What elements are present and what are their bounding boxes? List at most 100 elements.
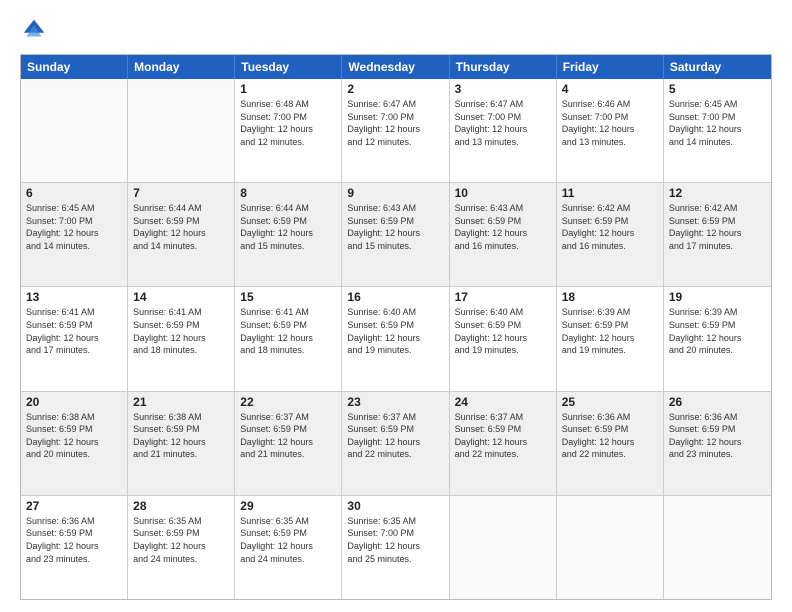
header [20,16,772,44]
calendar-week-3: 13 Sunrise: 6:41 AM Sunset: 6:59 PM Dayli… [21,286,771,390]
day-number: 17 [455,290,551,304]
day-info: Sunrise: 6:36 AM Sunset: 6:59 PM Dayligh… [669,411,766,461]
calendar-week-1: 1Sunrise: 6:48 AM Sunset: 7:00 PM Daylig… [21,79,771,182]
header-cell-tuesday: Tuesday [235,55,342,79]
day-info: Sunrise: 6:43 AM Sunset: 6:59 PM Dayligh… [455,202,551,252]
day-number: 7 [133,186,229,200]
header-cell-sunday: Sunday [21,55,128,79]
day-number: 4 [562,82,658,96]
calendar-cell: 25Sunrise: 6:36 AM Sunset: 6:59 PM Dayli… [557,392,664,495]
day-info: Sunrise: 6:35 AM Sunset: 6:59 PM Dayligh… [133,515,229,565]
day-info: Sunrise: 6:40 AM Sunset: 6:59 PM Dayligh… [347,306,443,356]
calendar-cell: 16 Sunrise: 6:40 AM Sunset: 6:59 PM Dayli… [342,287,449,390]
calendar-header: SundayMondayTuesdayWednesdayThursdayFrid… [21,55,771,79]
calendar-cell: 7 Sunrise: 6:44 AM Sunset: 6:59 PM Daylig… [128,183,235,286]
day-info: Sunrise: 6:43 AM Sunset: 6:59 PM Dayligh… [347,202,443,252]
calendar-cell: 20 Sunrise: 6:38 AM Sunset: 6:59 PM Dayli… [21,392,128,495]
calendar-cell: 27 Sunrise: 6:36 AM Sunset: 6:59 PM Dayli… [21,496,128,599]
calendar-cell: 4 Sunrise: 6:46 AM Sunset: 7:00 PM Daylig… [557,79,664,182]
day-info: Sunrise: 6:37 AM Sunset: 6:59 PM Dayligh… [455,411,551,461]
calendar-cell [450,496,557,599]
day-number: 21 [133,395,229,409]
day-number: 5 [669,82,766,96]
calendar-cell: 11Sunrise: 6:42 AM Sunset: 6:59 PM Dayli… [557,183,664,286]
day-number: 13 [26,290,122,304]
day-number: 29 [240,499,336,513]
calendar-cell: 13 Sunrise: 6:41 AM Sunset: 6:59 PM Dayli… [21,287,128,390]
day-number: 15 [240,290,336,304]
day-number: 10 [455,186,551,200]
day-number: 3 [455,82,551,96]
calendar-cell: 1Sunrise: 6:48 AM Sunset: 7:00 PM Daylig… [235,79,342,182]
day-info: Sunrise: 6:44 AM Sunset: 6:59 PM Dayligh… [240,202,336,252]
day-info: Sunrise: 6:35 AM Sunset: 7:00 PM Dayligh… [347,515,443,565]
day-number: 28 [133,499,229,513]
calendar-cell [128,79,235,182]
header-cell-wednesday: Wednesday [342,55,449,79]
day-number: 9 [347,186,443,200]
day-info: Sunrise: 6:36 AM Sunset: 6:59 PM Dayligh… [562,411,658,461]
calendar-cell: 17 Sunrise: 6:40 AM Sunset: 6:59 PM Dayli… [450,287,557,390]
day-info: Sunrise: 6:47 AM Sunset: 7:00 PM Dayligh… [347,98,443,148]
day-number: 14 [133,290,229,304]
calendar: SundayMondayTuesdayWednesdayThursdayFrid… [20,54,772,600]
calendar-cell [664,496,771,599]
calendar-cell: 21 Sunrise: 6:38 AM Sunset: 6:59 PM Dayli… [128,392,235,495]
day-number: 22 [240,395,336,409]
calendar-cell: 26Sunrise: 6:36 AM Sunset: 6:59 PM Dayli… [664,392,771,495]
calendar-cell: 10 Sunrise: 6:43 AM Sunset: 6:59 PM Dayli… [450,183,557,286]
day-info: Sunrise: 6:38 AM Sunset: 6:59 PM Dayligh… [133,411,229,461]
calendar-cell: 15 Sunrise: 6:41 AM Sunset: 6:59 PM Dayli… [235,287,342,390]
calendar-cell: 22Sunrise: 6:37 AM Sunset: 6:59 PM Dayli… [235,392,342,495]
calendar-cell: 28 Sunrise: 6:35 AM Sunset: 6:59 PM Dayli… [128,496,235,599]
day-info: Sunrise: 6:39 AM Sunset: 6:59 PM Dayligh… [669,306,766,356]
header-cell-friday: Friday [557,55,664,79]
day-number: 20 [26,395,122,409]
day-info: Sunrise: 6:47 AM Sunset: 7:00 PM Dayligh… [455,98,551,148]
day-info: Sunrise: 6:35 AM Sunset: 6:59 PM Dayligh… [240,515,336,565]
day-number: 23 [347,395,443,409]
day-number: 16 [347,290,443,304]
day-info: Sunrise: 6:37 AM Sunset: 6:59 PM Dayligh… [347,411,443,461]
calendar-cell: 14 Sunrise: 6:41 AM Sunset: 6:59 PM Dayli… [128,287,235,390]
day-number: 8 [240,186,336,200]
calendar-cell: 12Sunrise: 6:42 AM Sunset: 6:59 PM Dayli… [664,183,771,286]
day-number: 11 [562,186,658,200]
day-info: Sunrise: 6:41 AM Sunset: 6:59 PM Dayligh… [240,306,336,356]
header-cell-saturday: Saturday [664,55,771,79]
calendar-week-4: 20 Sunrise: 6:38 AM Sunset: 6:59 PM Dayli… [21,391,771,495]
day-info: Sunrise: 6:38 AM Sunset: 6:59 PM Dayligh… [26,411,122,461]
day-info: Sunrise: 6:48 AM Sunset: 7:00 PM Dayligh… [240,98,336,148]
calendar-cell: 29 Sunrise: 6:35 AM Sunset: 6:59 PM Dayli… [235,496,342,599]
day-number: 19 [669,290,766,304]
calendar-cell [21,79,128,182]
calendar-cell: 9 Sunrise: 6:43 AM Sunset: 6:59 PM Daylig… [342,183,449,286]
day-info: Sunrise: 6:41 AM Sunset: 6:59 PM Dayligh… [133,306,229,356]
day-info: Sunrise: 6:44 AM Sunset: 6:59 PM Dayligh… [133,202,229,252]
day-number: 27 [26,499,122,513]
day-number: 12 [669,186,766,200]
day-number: 2 [347,82,443,96]
day-info: Sunrise: 6:41 AM Sunset: 6:59 PM Dayligh… [26,306,122,356]
day-number: 6 [26,186,122,200]
day-info: Sunrise: 6:45 AM Sunset: 7:00 PM Dayligh… [26,202,122,252]
page: SundayMondayTuesdayWednesdayThursdayFrid… [0,0,792,612]
logo [20,16,52,44]
calendar-cell: 2 Sunrise: 6:47 AM Sunset: 7:00 PM Daylig… [342,79,449,182]
day-info: Sunrise: 6:40 AM Sunset: 6:59 PM Dayligh… [455,306,551,356]
day-info: Sunrise: 6:46 AM Sunset: 7:00 PM Dayligh… [562,98,658,148]
calendar-cell: 30 Sunrise: 6:35 AM Sunset: 7:00 PM Dayli… [342,496,449,599]
header-cell-thursday: Thursday [450,55,557,79]
calendar-cell: 18Sunrise: 6:39 AM Sunset: 6:59 PM Dayli… [557,287,664,390]
calendar-cell: 3 Sunrise: 6:47 AM Sunset: 7:00 PM Daylig… [450,79,557,182]
day-number: 30 [347,499,443,513]
calendar-cell: 6 Sunrise: 6:45 AM Sunset: 7:00 PM Daylig… [21,183,128,286]
day-number: 24 [455,395,551,409]
calendar-week-5: 27 Sunrise: 6:36 AM Sunset: 6:59 PM Dayli… [21,495,771,599]
day-info: Sunrise: 6:36 AM Sunset: 6:59 PM Dayligh… [26,515,122,565]
day-number: 18 [562,290,658,304]
calendar-cell: 8 Sunrise: 6:44 AM Sunset: 6:59 PM Daylig… [235,183,342,286]
calendar-body: 1Sunrise: 6:48 AM Sunset: 7:00 PM Daylig… [21,79,771,599]
header-cell-monday: Monday [128,55,235,79]
calendar-cell: 24 Sunrise: 6:37 AM Sunset: 6:59 PM Dayli… [450,392,557,495]
